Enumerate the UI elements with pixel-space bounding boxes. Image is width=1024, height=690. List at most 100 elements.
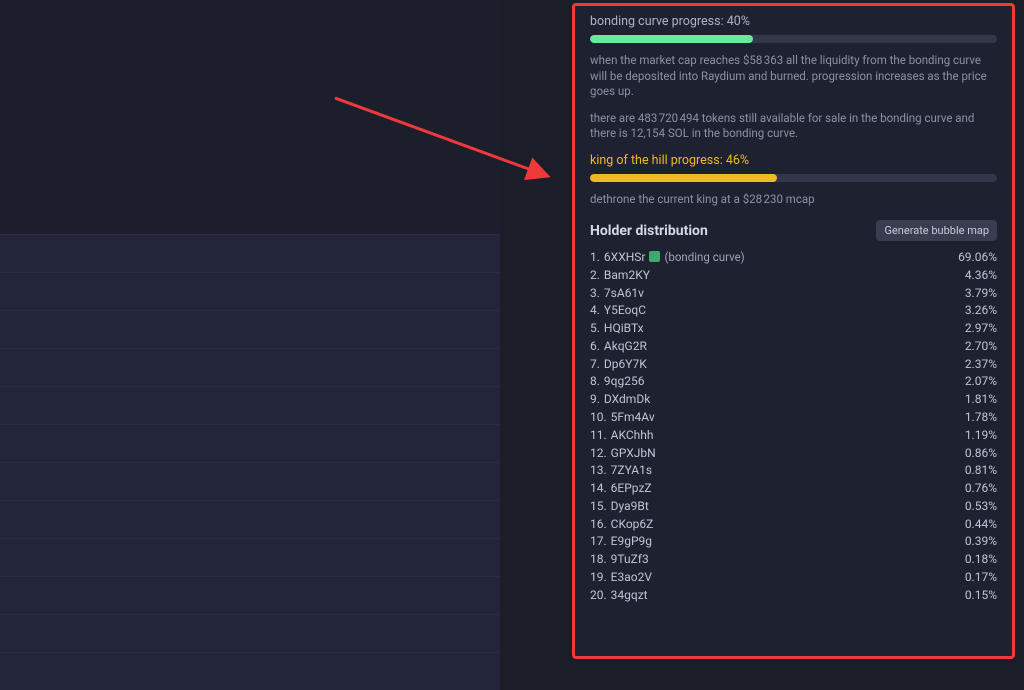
table-row <box>0 576 500 614</box>
holder-address[interactable]: 6EPpzZ <box>611 481 652 495</box>
holder-rank: 11. <box>590 428 607 442</box>
holder-address[interactable]: E9gP9g <box>611 534 652 548</box>
holder-name[interactable]: 14. 6EPpzZ <box>590 481 652 495</box>
holder-row: 6.AkqG2R2.70% <box>590 337 997 355</box>
holder-header: Holder distribution Generate bubble map <box>590 220 997 241</box>
holder-name[interactable]: 19. E3ao2V <box>590 570 652 584</box>
holder-address[interactable]: AKChhh <box>611 428 654 442</box>
holder-name[interactable]: 8.9qg256 <box>590 374 644 388</box>
table-row <box>0 310 500 348</box>
holder-rank: 4. <box>590 303 600 317</box>
holder-row: 17.E9gP9g 0.39% <box>590 533 997 551</box>
holder-name[interactable]: 7.Dp6Y7K <box>590 357 647 371</box>
holder-percentage: 2.37% <box>965 357 997 371</box>
holder-name[interactable]: 9.DXdmDk <box>590 392 650 406</box>
koth-progress-bar <box>590 174 997 182</box>
table-row <box>0 234 500 272</box>
holder-extra-label: (bonding curve) <box>664 250 744 264</box>
bonding-desc-1: when the market cap reaches $58 363 all … <box>590 53 997 100</box>
bonding-curve-progress-fill <box>590 35 753 43</box>
holder-percentage: 1.19% <box>965 428 997 442</box>
holder-name[interactable]: 15.Dya9Bt <box>590 499 649 513</box>
bonding-desc-2: there are 483 720 494 tokens still avail… <box>590 111 997 142</box>
holder-name[interactable]: 10.5Fm4Av <box>590 410 655 424</box>
table-row <box>0 386 500 424</box>
holder-name[interactable]: 1.6XXHSr(bonding curve) <box>590 250 745 264</box>
holder-address[interactable]: 7sA61v <box>604 286 644 300</box>
stats-panel: bonding curve progress: 40% when the mar… <box>572 3 1015 659</box>
holder-rank: 2. <box>590 268 600 282</box>
holder-address[interactable]: 9qg256 <box>604 374 645 388</box>
list-rows <box>0 234 500 690</box>
holder-percentage: 3.79% <box>965 286 997 300</box>
holder-percentage: 1.78% <box>965 410 997 424</box>
holder-address[interactable]: DXdmDk <box>604 392 650 406</box>
table-row <box>0 614 500 652</box>
holder-address[interactable]: Dp6Y7K <box>604 357 647 371</box>
holder-percentage: 0.81% <box>965 463 997 477</box>
holder-percentage: 0.86% <box>965 446 997 460</box>
holder-row: 1.6XXHSr(bonding curve)69.06% <box>590 248 997 266</box>
holder-address[interactable]: HQiBTx <box>604 321 644 335</box>
holder-percentage: 0.76% <box>965 481 997 495</box>
table-row <box>0 462 500 500</box>
holder-address[interactable]: Y5EoqC <box>604 303 646 317</box>
holder-address[interactable]: E3ao2V <box>611 570 652 584</box>
holder-row: 10.5Fm4Av 1.78% <box>590 408 997 426</box>
holder-row: 15.Dya9Bt 0.53% <box>590 497 997 515</box>
koth-label: king of the hill progress: 46% <box>590 153 997 168</box>
holder-percentage: 0.18% <box>965 552 997 566</box>
holder-name[interactable]: 2. Bam2KY <box>590 268 650 282</box>
holder-rank: 16. <box>590 517 607 531</box>
holder-list: 1.6XXHSr(bonding curve)69.06%2.Bam2KY4.3… <box>590 248 997 604</box>
holder-percentage: 3.26% <box>965 303 997 317</box>
holder-row: 7.Dp6Y7K 2.37% <box>590 355 997 373</box>
holder-name[interactable]: 20. 34gqzt <box>590 588 648 602</box>
holder-name[interactable]: 11. AKChhh <box>590 428 653 442</box>
holder-rank: 5. <box>590 321 600 335</box>
holder-address[interactable]: 6XXHSr <box>604 250 646 264</box>
holder-name[interactable]: 3.7sA61v <box>590 286 644 300</box>
holder-address[interactable]: 9TuZf3 <box>611 552 649 566</box>
holder-row: 4. Y5EoqC 3.26% <box>590 301 997 319</box>
holder-name[interactable]: 16. CKop6Z <box>590 517 653 531</box>
holder-rank: 19. <box>590 570 607 584</box>
holder-name[interactable]: 5. HQiBTx <box>590 321 644 335</box>
holder-name[interactable]: 6. AkqG2R <box>590 339 647 353</box>
holder-name[interactable]: 12.GPXJbN <box>590 446 656 460</box>
holder-row: 3.7sA61v 3.79% <box>590 284 997 302</box>
holder-percentage: 0.39% <box>965 534 997 548</box>
table-row <box>0 424 500 462</box>
table-row <box>0 272 500 310</box>
holder-percentage: 1.81% <box>965 392 997 406</box>
holder-address[interactable]: Bam2KY <box>604 268 650 282</box>
holder-percentage: 0.15% <box>965 588 997 602</box>
holder-name[interactable]: 13.7ZYA1s <box>590 463 652 477</box>
bonding-curve-label: bonding curve progress: 40% <box>590 14 997 29</box>
holder-address[interactable]: GPXJbN <box>611 446 656 460</box>
holder-name[interactable]: 18. 9TuZf3 <box>590 552 649 566</box>
holder-address[interactable]: AkqG2R <box>604 339 647 353</box>
holder-rank: 14. <box>590 481 607 495</box>
holder-address[interactable]: 34gqzt <box>611 588 648 602</box>
bonding-curve-badge-icon <box>649 251 660 262</box>
generate-bubble-map-button[interactable]: Generate bubble map <box>876 220 997 241</box>
table-row <box>0 348 500 386</box>
holder-percentage: 69.06% <box>958 250 997 264</box>
table-row <box>0 652 500 690</box>
holder-rank: 6. <box>590 339 600 353</box>
holder-address[interactable]: CKop6Z <box>611 517 654 531</box>
holder-rank: 20. <box>590 588 607 602</box>
holder-address[interactable]: Dya9Bt <box>611 499 649 513</box>
holder-percentage: 0.44% <box>965 517 997 531</box>
holder-rank: 18. <box>590 552 607 566</box>
holder-address[interactable]: 7ZYA1s <box>611 463 652 477</box>
holder-address[interactable]: 5Fm4Av <box>611 410 655 424</box>
holder-name[interactable]: 4. Y5EoqC <box>590 303 646 317</box>
holder-row: 5.HQiBTx2.97% <box>590 319 997 337</box>
holder-name[interactable]: 17.E9gP9g <box>590 534 652 548</box>
holder-percentage: 0.53% <box>965 499 997 513</box>
holder-row: 20. 34gqzt 0.15% <box>590 586 997 604</box>
holder-row: 13.7ZYA1s 0.81% <box>590 461 997 479</box>
holder-row: 9.DXdmDk 1.81% <box>590 390 997 408</box>
